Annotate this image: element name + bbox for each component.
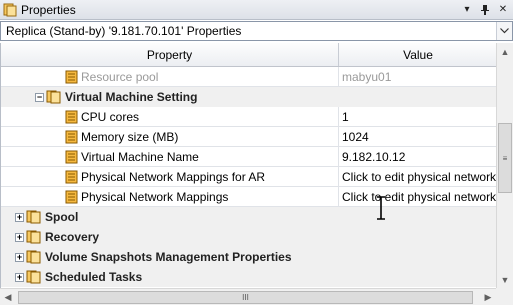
property-label: Virtual Machine Name bbox=[81, 149, 199, 164]
column-divider bbox=[338, 187, 339, 207]
column-header-value[interactable]: Value bbox=[339, 43, 496, 66]
expand-icon[interactable]: + bbox=[15, 272, 24, 282]
panel-titlebar: Properties ▾ ✕ bbox=[0, 0, 513, 20]
vertical-scroll-thumb[interactable]: ≡ bbox=[498, 123, 512, 193]
category-label: Virtual Machine Setting bbox=[65, 90, 198, 104]
category-icon bbox=[26, 210, 42, 224]
category-label: Volume Snapshots Management Properties bbox=[45, 250, 292, 264]
property-icon bbox=[65, 150, 78, 164]
row-name-cell: + Volume Snapshots Management Properties bbox=[15, 247, 292, 267]
category-row[interactable]: + Volume Snapshots Management Properties bbox=[1, 247, 496, 267]
expand-icon[interactable]: + bbox=[15, 252, 24, 262]
column-divider bbox=[338, 67, 339, 87]
category-row[interactable]: + Spool bbox=[1, 207, 496, 227]
property-value[interactable]: Click to edit physical network bbox=[342, 187, 496, 207]
property-icon bbox=[65, 130, 78, 144]
property-value[interactable]: 9.182.10.12 bbox=[342, 147, 496, 167]
category-row[interactable]: + Recovery bbox=[1, 227, 496, 247]
panel-title: Properties bbox=[21, 2, 76, 17]
property-icon bbox=[65, 110, 78, 124]
object-selector-value: Replica (Stand-by) '9.181.70.101' Proper… bbox=[6, 24, 242, 38]
row-name-cell: Physical Network Mappings for AR bbox=[65, 167, 265, 187]
category-label: Recovery bbox=[45, 230, 100, 244]
column-divider bbox=[338, 107, 339, 127]
category-row[interactable]: − Virtual Machine Setting bbox=[1, 87, 496, 107]
vertical-scrollbar[interactable]: ▲ ≡ ▼ bbox=[496, 43, 513, 288]
properties-icon bbox=[3, 3, 17, 16]
property-icon bbox=[65, 190, 78, 204]
property-row[interactable]: Memory size (MB) 1024 bbox=[1, 127, 496, 147]
row-name-cell: Physical Network Mappings bbox=[65, 187, 228, 207]
chevron-down-icon[interactable] bbox=[496, 22, 512, 40]
scroll-right-arrow[interactable]: ▶ bbox=[480, 289, 496, 306]
object-selector[interactable]: Replica (Stand-by) '9.181.70.101' Proper… bbox=[0, 21, 513, 41]
property-icon bbox=[65, 70, 78, 84]
property-row[interactable]: CPU cores 1 bbox=[1, 107, 496, 127]
row-name-cell: + Scheduled Tasks bbox=[15, 267, 142, 287]
row-name-cell: CPU cores bbox=[65, 107, 139, 127]
property-value[interactable]: mabyu01 bbox=[342, 67, 496, 87]
row-name-cell: Memory size (MB) bbox=[65, 127, 178, 147]
column-divider bbox=[338, 147, 339, 167]
pin-icon[interactable] bbox=[477, 2, 493, 18]
panel-menu-dropdown-icon[interactable]: ▾ bbox=[459, 2, 475, 18]
category-icon bbox=[26, 230, 42, 244]
horizontal-scrollbar[interactable]: ◀ III ▶ bbox=[0, 288, 496, 305]
scroll-up-arrow[interactable]: ▲ bbox=[497, 43, 513, 60]
property-grid: Property Value Resource pool mabyu01 − Virt… bbox=[0, 43, 496, 288]
column-divider bbox=[338, 127, 339, 147]
row-name-cell: + Spool bbox=[15, 207, 78, 227]
property-label: CPU cores bbox=[81, 109, 140, 124]
category-label: Spool bbox=[45, 210, 79, 224]
scrollbar-corner bbox=[496, 288, 513, 305]
property-row[interactable]: Virtual Machine Name 9.182.10.12 bbox=[1, 147, 496, 167]
property-label: Physical Network Mappings bbox=[81, 189, 229, 204]
property-label: Memory size (MB) bbox=[81, 129, 179, 144]
property-row[interactable]: Resource pool mabyu01 bbox=[1, 67, 496, 87]
row-name-cell: Virtual Machine Name bbox=[65, 147, 199, 167]
expand-icon[interactable]: + bbox=[15, 212, 24, 222]
close-icon[interactable]: ✕ bbox=[495, 2, 511, 18]
property-row[interactable]: Physical Network Mappings Click to edit p… bbox=[1, 187, 496, 207]
property-value[interactable]: 1 bbox=[342, 107, 496, 127]
category-label: Scheduled Tasks bbox=[45, 270, 143, 284]
horizontal-scroll-thumb[interactable]: III bbox=[18, 291, 473, 304]
property-icon bbox=[65, 170, 78, 184]
column-header-property[interactable]: Property bbox=[1, 43, 339, 66]
property-label: Resource pool bbox=[81, 69, 159, 84]
scroll-down-arrow[interactable]: ▼ bbox=[497, 271, 513, 288]
row-name-cell: Resource pool bbox=[65, 67, 158, 87]
property-row[interactable]: Physical Network Mappings for AR Click to… bbox=[1, 167, 496, 187]
property-value[interactable]: Click to edit physical network bbox=[342, 167, 496, 187]
row-name-cell: − Virtual Machine Setting bbox=[35, 87, 197, 107]
property-label: Physical Network Mappings for AR bbox=[81, 169, 266, 184]
property-value[interactable]: 1024 bbox=[342, 127, 496, 147]
category-icon bbox=[26, 250, 42, 264]
collapse-icon[interactable]: − bbox=[35, 92, 44, 102]
category-icon bbox=[46, 90, 62, 104]
grid-header: Property Value bbox=[1, 43, 496, 67]
row-name-cell: + Recovery bbox=[15, 227, 99, 247]
scroll-left-arrow[interactable]: ◀ bbox=[0, 289, 16, 306]
text-cursor-icon bbox=[377, 196, 385, 220]
column-divider bbox=[338, 167, 339, 187]
category-row[interactable]: + Scheduled Tasks bbox=[1, 267, 496, 287]
expand-icon[interactable]: + bbox=[15, 232, 24, 242]
category-icon bbox=[26, 270, 42, 284]
